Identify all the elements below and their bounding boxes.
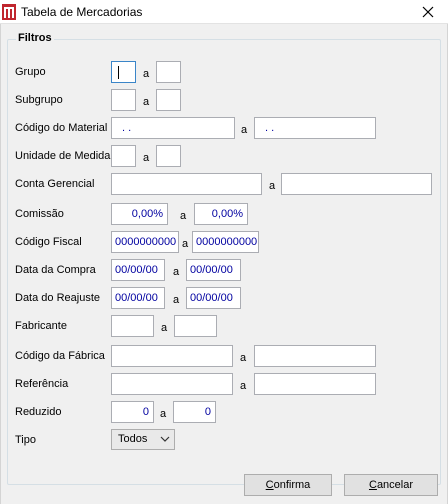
cancelar-label: ancelar: [376, 479, 414, 491]
data-reajuste-label: Data do Reajuste: [15, 292, 100, 304]
comissao-to-input[interactable]: 0,00%: [194, 203, 248, 225]
tipo-label: Tipo: [15, 434, 36, 446]
codigo-fabrica-from-input[interactable]: [111, 345, 233, 367]
fabricante-from-input[interactable]: [111, 315, 154, 337]
cancelar-button[interactable]: Cancelar: [344, 474, 438, 496]
referencia-separator: a: [240, 380, 247, 392]
data-compra-to-input[interactable]: 00/00/00: [186, 259, 241, 281]
close-button[interactable]: [411, 2, 445, 22]
title-bar: Tabela de Mercadorias: [0, 0, 448, 24]
data-compra-label: Data da Compra: [15, 264, 96, 276]
data-reajuste-to-input[interactable]: 00/00/00: [186, 287, 241, 309]
conta-gerencial-from-input[interactable]: [111, 173, 262, 195]
data-reajuste-from-input[interactable]: 00/00/00: [111, 287, 165, 309]
subgrupo-from-input[interactable]: [111, 89, 136, 111]
confirma-button[interactable]: Confirma: [244, 474, 332, 496]
unidade-medida-separator: a: [143, 152, 150, 164]
subgrupo-label: Subgrupo: [15, 94, 63, 106]
fabricante-to-input[interactable]: [174, 315, 217, 337]
conta-gerencial-label: Conta Gerencial: [15, 178, 95, 190]
comissao-separator: a: [180, 210, 187, 222]
subgrupo-separator: a: [143, 96, 150, 108]
confirma-hotkey: C: [265, 479, 274, 491]
referencia-label: Referência: [15, 378, 69, 390]
referencia-from-input[interactable]: [111, 373, 233, 395]
grupo-from-input[interactable]: [111, 61, 136, 83]
codigo-fiscal-separator: a: [182, 238, 189, 250]
reduzido-label: Reduzido: [15, 406, 62, 418]
codigo-material-from-input[interactable]: . .: [111, 117, 235, 139]
grupo-label: Grupo: [15, 66, 46, 78]
referencia-to-input[interactable]: [254, 373, 376, 395]
fabricante-separator: a: [161, 322, 168, 334]
codigo-material-label: Código do Material: [15, 122, 108, 134]
reduzido-separator: a: [160, 408, 167, 420]
filters-group-title: Filtros: [16, 32, 54, 44]
comissao-label: Comissão: [15, 208, 64, 220]
window-title: Tabela de Mercadorias: [21, 5, 143, 19]
codigo-fabrica-label: Código da Fábrica: [15, 350, 105, 362]
codigo-material-to-input[interactable]: . .: [254, 117, 376, 139]
reduzido-to-input[interactable]: 0: [173, 401, 216, 423]
codigo-fiscal-label: Código Fiscal: [15, 236, 82, 248]
cancelar-hotkey: C: [368, 479, 377, 491]
dialog-body: Filtros Grupo a Subgrupo a Código do Mat…: [0, 24, 448, 504]
conta-gerencial-to-input[interactable]: [281, 173, 432, 195]
codigo-fabrica-separator: a: [240, 352, 247, 364]
unidade-medida-label: Unidade de Medida: [15, 150, 111, 162]
codigo-fiscal-from-input[interactable]: 0000000000: [111, 231, 179, 253]
conta-gerencial-separator: a: [269, 180, 276, 192]
unidade-medida-from-input[interactable]: [111, 145, 136, 167]
codigo-fabrica-to-input[interactable]: [254, 345, 376, 367]
tipo-selected-value: Todos: [118, 433, 148, 445]
grupo-to-input[interactable]: [156, 61, 181, 83]
grupo-separator: a: [143, 68, 150, 80]
subgrupo-to-input[interactable]: [156, 89, 181, 111]
tipo-select[interactable]: Todos: [111, 429, 175, 450]
close-icon: [422, 6, 434, 18]
unidade-medida-to-input[interactable]: [156, 145, 181, 167]
comissao-from-input[interactable]: 0,00%: [111, 203, 168, 225]
codigo-material-separator: a: [241, 124, 248, 136]
fabricante-label: Fabricante: [15, 320, 67, 332]
reduzido-from-input[interactable]: 0: [111, 401, 154, 423]
data-compra-separator: a: [173, 266, 180, 278]
chevron-down-icon: [160, 436, 170, 442]
data-compra-from-input[interactable]: 00/00/00: [111, 259, 165, 281]
confirma-label: onfirma: [273, 479, 311, 491]
text-caret: [118, 66, 119, 79]
app-logo-icon: [2, 4, 16, 20]
data-reajuste-separator: a: [173, 294, 180, 306]
codigo-fiscal-to-input[interactable]: 0000000000: [192, 231, 259, 253]
